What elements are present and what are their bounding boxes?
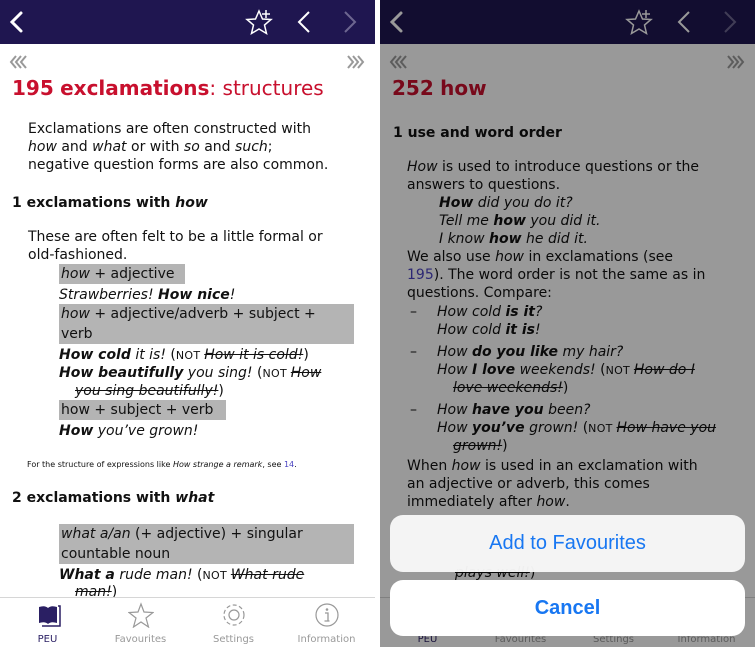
- text-line: For the structure of expressions like Ho…: [27, 460, 297, 470]
- text-segment: old-fashioned.: [28, 247, 128, 263]
- pattern-box: how + subject + verb: [59, 400, 226, 420]
- text-segment: what a/an: [61, 526, 131, 542]
- text-segment: How cold: [59, 347, 131, 363]
- text-segment: so: [183, 139, 200, 155]
- text-segment: How nice: [158, 287, 230, 303]
- text-segment: Exclamations are often constructed with: [28, 121, 311, 137]
- tab-label: PEU: [37, 634, 58, 645]
- text-line: How cold it is! (NOT How it is cold!): [59, 346, 309, 365]
- tab-label: Favourites: [114, 634, 167, 645]
- text-segment: (: [165, 347, 176, 363]
- pattern-box: what a/an (+ adjective) + singular: [59, 524, 354, 544]
- left-screen: 195 exclamations: structures Exclamations…: [0, 0, 375, 647]
- text-segment: How it is cold!: [204, 347, 304, 363]
- text-segment: What a: [59, 567, 115, 583]
- text-segment: NOT: [175, 349, 205, 362]
- tab-label: Information: [297, 634, 356, 645]
- text-segment: + adjective/adverb + subject +: [89, 306, 316, 322]
- text-segment: 2 exclamations with: [12, 490, 176, 506]
- tab-bar: PEU Favourites Settings Information: [0, 597, 375, 647]
- nav-header: [0, 0, 375, 44]
- text-segment: 1 exclamations with: [12, 195, 176, 211]
- text-line: you sing beautifully!): [75, 382, 224, 400]
- text-segment: How: [290, 365, 322, 381]
- text-segment: and: [56, 139, 93, 155]
- text-segment: (: [252, 365, 263, 381]
- tab-settings[interactable]: Settings: [187, 598, 280, 647]
- last-page-button[interactable]: [345, 54, 367, 70]
- text-line: old-fashioned.: [28, 246, 127, 264]
- first-page-button[interactable]: [8, 54, 30, 70]
- text-segment: and: [199, 139, 236, 155]
- text-segment: These are often felt to be a little form…: [28, 229, 323, 245]
- text-segment: How: [59, 423, 94, 439]
- text-segment: Strawberries!: [59, 287, 159, 303]
- text-segment: ;: [267, 139, 273, 155]
- text-segment: For the structure of expressions like: [27, 460, 173, 469]
- pattern-box: countable noun: [59, 544, 354, 564]
- section-subheading: : structures: [209, 76, 324, 100]
- add-to-favourites-button[interactable]: Add to Favourites: [390, 515, 745, 572]
- text-line: Exclamations are often constructed with: [28, 120, 311, 138]
- text-segment: + adjective: [89, 266, 175, 282]
- pattern-box: verb: [59, 324, 354, 344]
- text-segment: How strange a remark: [172, 460, 263, 469]
- text-segment: How beautifully: [59, 365, 184, 381]
- back-button[interactable]: [6, 10, 26, 34]
- previous-button[interactable]: [294, 9, 314, 35]
- text-segment: ): [218, 383, 224, 399]
- text-line: How beautifully you sing! (NOT How: [59, 364, 321, 383]
- text-segment: (: [192, 567, 203, 583]
- cross-reference-link[interactable]: 14: [284, 460, 294, 469]
- section-title: 195 exclamations: structures: [12, 76, 324, 100]
- text-segment: ): [303, 347, 309, 363]
- text-segment: you sing!: [183, 365, 253, 381]
- text-segment: how + subject + verb: [61, 402, 214, 418]
- text-segment: What rude: [230, 567, 305, 583]
- text-segment: how: [61, 266, 90, 282]
- text-segment: what: [175, 490, 215, 506]
- section-number: 195: [12, 76, 54, 100]
- text-segment: rude man!: [114, 567, 193, 583]
- section-heading: exclamations: [60, 76, 210, 100]
- text-line: negative question forms are also common.: [28, 156, 328, 174]
- subheading: 2 exclamations with what: [12, 489, 214, 507]
- cancel-button[interactable]: Cancel: [390, 580, 745, 636]
- tab-information[interactable]: Information: [280, 598, 373, 647]
- text-line: How you’ve grown!: [59, 422, 198, 440]
- tab-label: Settings: [212, 634, 254, 645]
- text-line: how and what or with so and such;: [28, 138, 273, 156]
- text-line: Strawberries! How nice!: [59, 286, 235, 304]
- text-segment: countable noun: [61, 546, 171, 562]
- text-segment: such: [235, 139, 268, 155]
- text-segment: or with: [126, 139, 184, 155]
- subheading: 1 exclamations with how: [12, 194, 208, 212]
- tab-peu[interactable]: PEU: [1, 598, 94, 647]
- text-segment: verb: [61, 326, 93, 342]
- pattern-box: how + adjective/adverb + subject +: [59, 304, 354, 324]
- text-segment: (+ adjective) + singular: [130, 526, 303, 542]
- text-segment: how: [175, 195, 208, 211]
- text-segment: .: [294, 460, 297, 469]
- pattern-box: how + adjective: [59, 264, 185, 284]
- text-segment: it is!: [130, 347, 166, 363]
- text-line: These are often felt to be a little form…: [28, 228, 323, 246]
- right-screen: 252 how 1 use and word order How is used t…: [380, 0, 755, 647]
- text-segment: what: [92, 139, 127, 155]
- add-favourite-button[interactable]: [244, 8, 276, 36]
- tab-favourites[interactable]: Favourites: [94, 598, 187, 647]
- text-segment: , see: [262, 460, 284, 469]
- text-segment: NOT: [262, 367, 291, 380]
- text-segment: how: [28, 139, 57, 155]
- text-segment: you’ve grown!: [93, 423, 199, 439]
- text-segment: NOT: [202, 569, 231, 582]
- text-segment: how: [61, 306, 90, 322]
- text-segment: !: [229, 287, 236, 303]
- text-segment: you sing beautifully!: [75, 383, 219, 399]
- text-segment: negative question forms are also common.: [28, 157, 329, 173]
- next-button[interactable]: [340, 9, 360, 35]
